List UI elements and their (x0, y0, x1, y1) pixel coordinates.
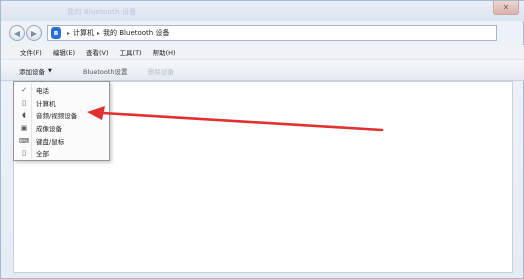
annotation-arrow-shaft (101, 111, 384, 132)
explorer-window: 我的 Bluetooth 设备 ✕ ◀ ▶ ʙ ▸ 计算机 ▸ 我的 Bluet… (0, 0, 524, 279)
annotation-arrowhead (87, 106, 105, 120)
annotation-arrow (87, 106, 384, 132)
